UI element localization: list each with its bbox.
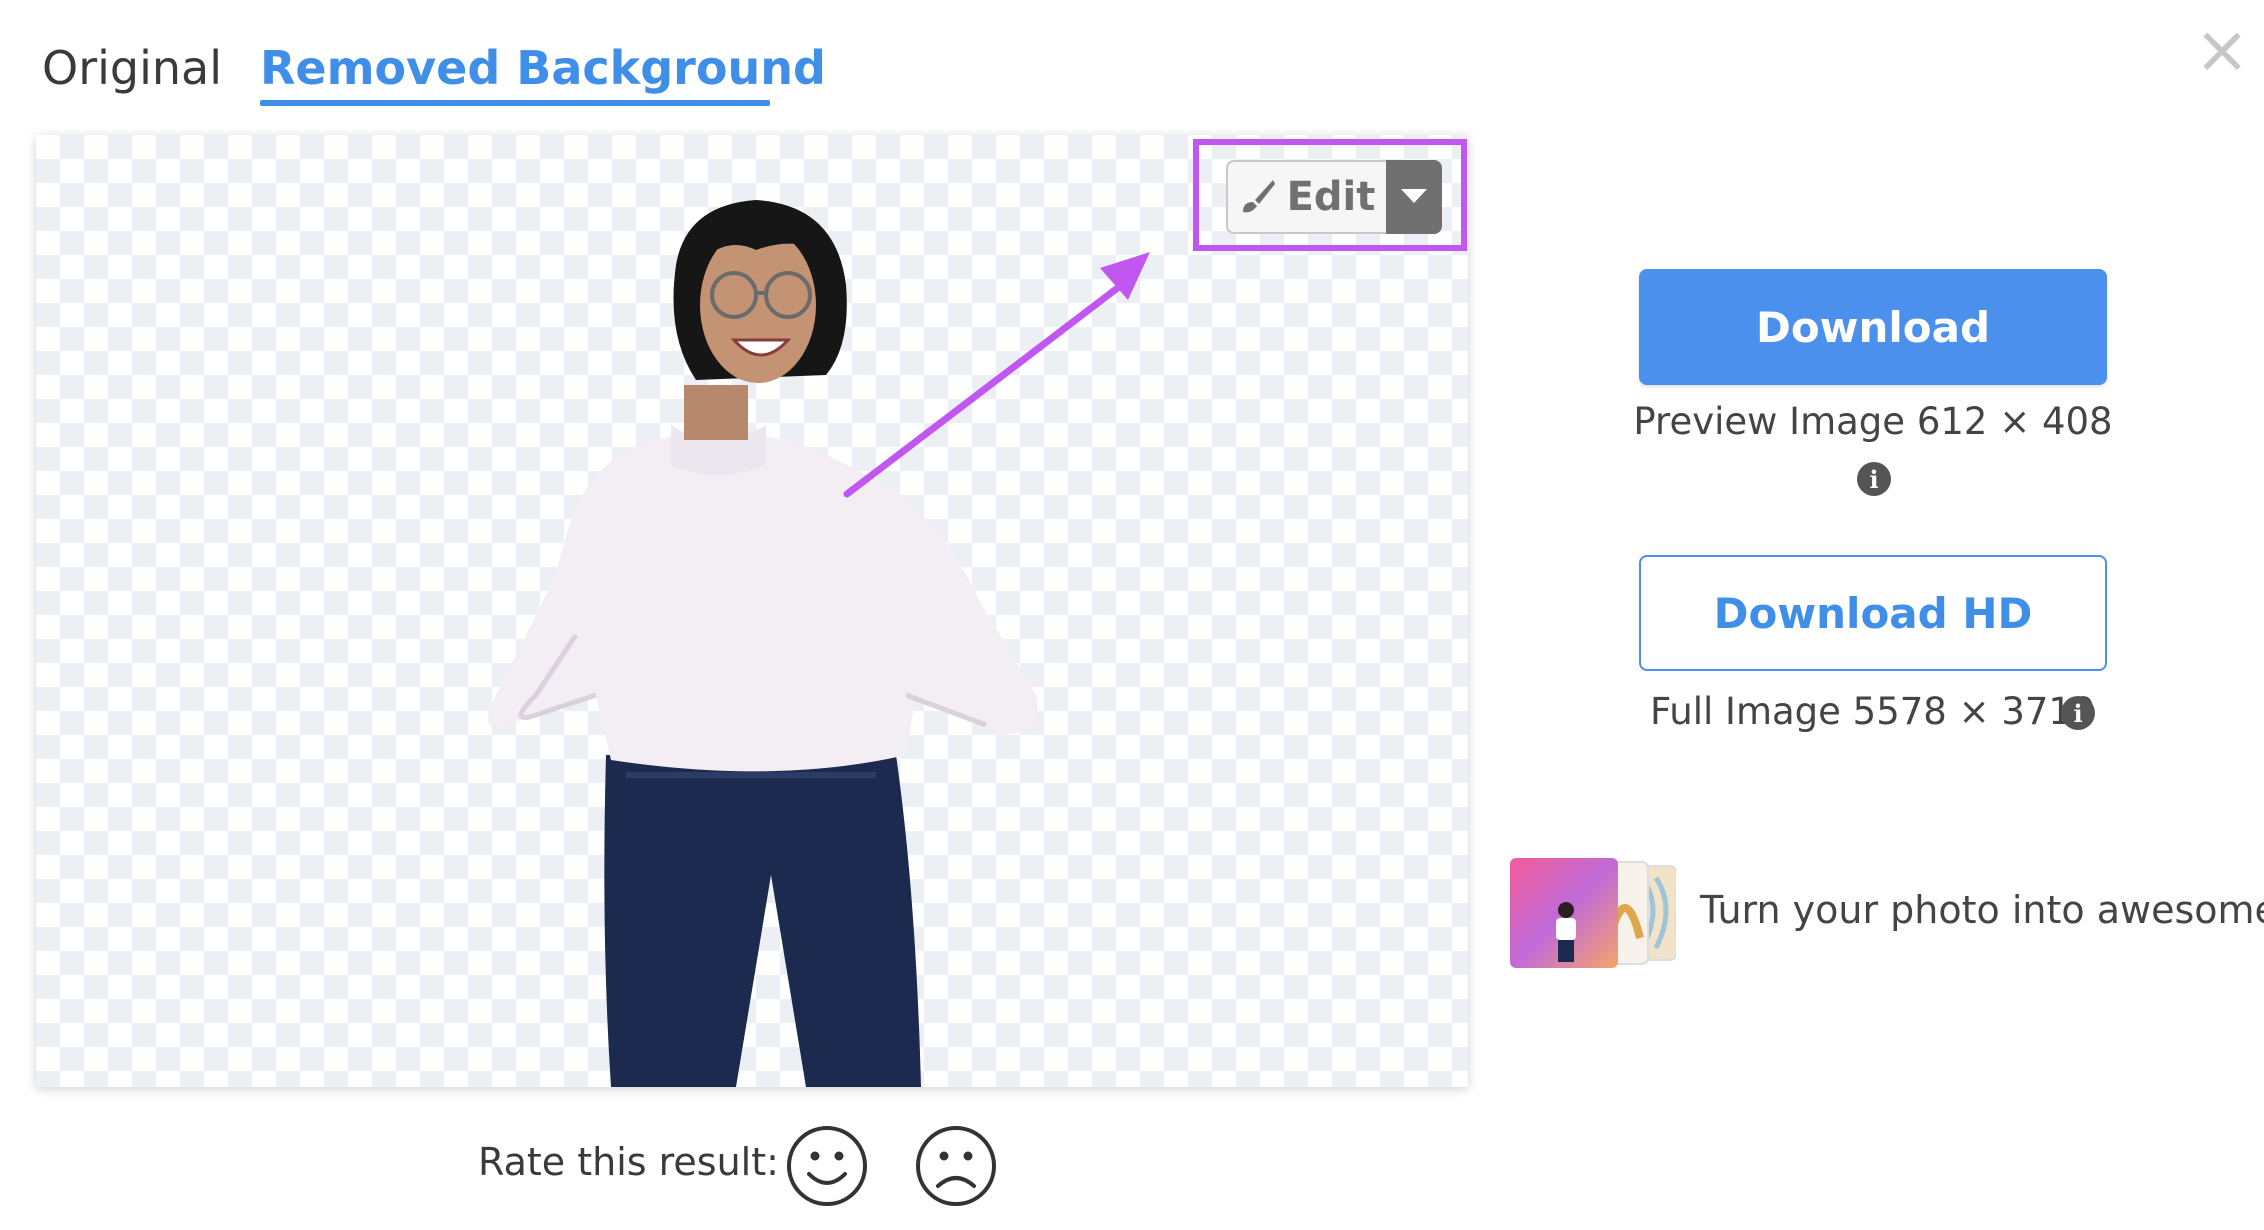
preview-image-info: Preview Image 612 × 408 xyxy=(1633,400,2113,443)
info-icon[interactable]: i xyxy=(2061,696,2095,730)
cutout-person-image xyxy=(488,200,1038,1087)
tab-removed-background[interactable]: Removed Background xyxy=(260,36,826,100)
download-button[interactable]: Download xyxy=(1639,269,2107,385)
full-image-info: Full Image 5578 × 3719 xyxy=(1650,690,2096,733)
annotation-highlight-box xyxy=(1193,139,1467,251)
sad-face-icon[interactable] xyxy=(914,1124,998,1208)
rate-result-label: Rate this result: xyxy=(478,1140,779,1184)
promo-text: Turn your photo into awesome xyxy=(1700,888,2264,932)
active-tab-underline xyxy=(260,100,770,106)
close-icon[interactable]: × xyxy=(2190,17,2254,83)
design-templates-thumbnail xyxy=(1510,858,1676,968)
smiley-face-icon[interactable] xyxy=(785,1124,869,1208)
result-preview xyxy=(36,135,1468,1087)
tab-original[interactable]: Original xyxy=(42,36,222,100)
info-icon[interactable]: i xyxy=(1857,462,1891,496)
download-hd-button[interactable]: Download HD xyxy=(1639,555,2107,671)
